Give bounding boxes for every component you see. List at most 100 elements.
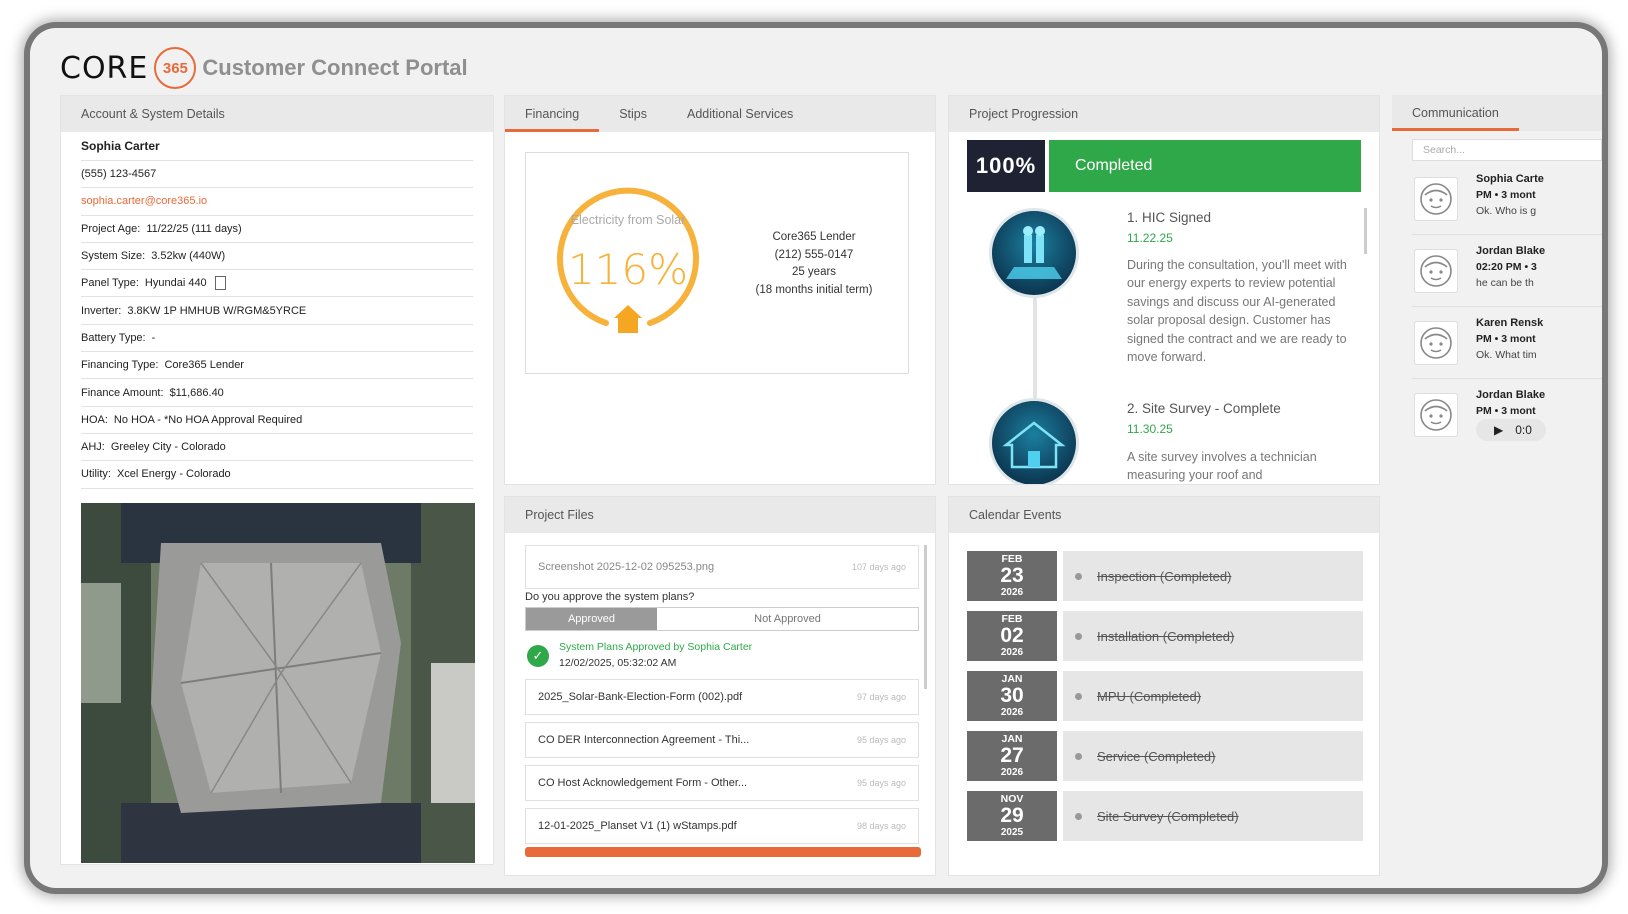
event-date: NOV 29 2025 — [967, 791, 1057, 841]
calendar-event[interactable]: FEB 02 2026 Installation (Completed) — [967, 611, 1363, 661]
event-year: 2026 — [1000, 707, 1024, 718]
approval-date: 12/02/2025, 05:32:02 AM — [559, 657, 677, 669]
message-sender: Jordan Blake — [1476, 389, 1546, 401]
file-age: 95 days ago — [856, 778, 906, 788]
event-label: Installation (Completed) — [1063, 611, 1363, 661]
checkmark-icon: ✓ — [527, 645, 549, 667]
event-day: 23 — [1000, 564, 1024, 587]
event-title: Inspection (Completed) — [1097, 568, 1232, 584]
upload-button[interactable] — [525, 847, 921, 857]
field-value: No HOA - *No HOA Approval Required — [113, 413, 303, 426]
message-item[interactable]: Jordan Blake 02:20 PM • 3 he can be th — [1412, 245, 1602, 307]
calendar-event[interactable]: NOV 29 2025 Site Survey (Completed) — [967, 791, 1363, 841]
tab-communication[interactable]: Communication — [1392, 95, 1519, 131]
progress-percent: 100% — [967, 140, 1045, 192]
file-item[interactable]: 2025_Solar-Bank-Election-Form (002).pdf … — [525, 679, 919, 715]
field-value: $11,686.40 — [169, 386, 224, 399]
calendar-event[interactable]: FEB 23 2026 Inspection (Completed) — [967, 551, 1363, 601]
bullet-icon — [1075, 632, 1082, 640]
file-item[interactable]: Screenshot 2025-12-02 095253.png 107 day… — [525, 545, 919, 589]
step-2-date: 11.30.25 — [1127, 422, 1173, 436]
event-date: FEB 02 2026 — [967, 611, 1057, 661]
field-key: HOA: — [81, 413, 108, 426]
not-approved-button[interactable]: Not Approved — [657, 608, 918, 630]
audio-time: 0:0 — [1515, 423, 1532, 437]
field-panel-type: Panel Type: Hyundai 440 — [81, 270, 473, 298]
calendar-event[interactable]: JAN 27 2026 Service (Completed) — [967, 731, 1363, 781]
field-finance-amount: Finance Amount: $11,686.40 — [81, 379, 473, 407]
customer-email[interactable]: sophia.carter@core365.io — [81, 188, 473, 216]
search-input[interactable]: Search... — [1412, 139, 1602, 161]
field-ahj: AHJ: Greeley City - Colorado — [81, 434, 473, 462]
event-date: JAN 30 2026 — [967, 671, 1057, 721]
file-item[interactable]: CO DER Interconnection Agreement - Thi..… — [525, 722, 919, 758]
file-age: 97 days ago — [856, 692, 906, 702]
customer-name: Sophia Carter — [81, 132, 473, 161]
files-scrollbar[interactable] — [924, 545, 927, 689]
field-value: Core365 Lender — [164, 359, 244, 372]
event-date: JAN 27 2026 — [967, 731, 1057, 781]
avatar-icon — [1414, 249, 1458, 293]
account-panel: Account & System Details Sophia Carter (… — [60, 95, 494, 865]
field-financing-type: Financing Type: Core365 Lender — [81, 352, 473, 380]
file-name: CO DER Interconnection Agreement - Thi..… — [538, 734, 750, 746]
field-system-size: System Size: 3.52kw (440W) — [81, 243, 473, 271]
event-label: Inspection (Completed) — [1063, 551, 1363, 601]
event-year: 2026 — [1000, 587, 1024, 598]
message-sender: Sophia Carte — [1476, 173, 1544, 185]
progression-panel-title: Project Progression — [949, 96, 1379, 132]
field-battery-type: Battery Type: - — [81, 325, 473, 353]
file-name: 12-01-2025_Planset V1 (1) wStamps.pdf — [538, 820, 737, 832]
timeline-line — [1033, 292, 1037, 402]
communication-panel: Communication Search... Sophia Carte PM … — [1392, 95, 1602, 875]
field-value: 3.8KW 1P HMHUB W/RGM&5YRCE — [127, 304, 307, 317]
play-icon[interactable]: ▶ — [1494, 423, 1503, 437]
message-item[interactable]: Sophia Carte PM • 3 mont Ok. Who is g — [1412, 173, 1602, 235]
lender-info: Core365 Lender (212) 555-0147 25 years (… — [744, 229, 884, 299]
customer-phone[interactable]: (555) 123-4567 — [81, 161, 473, 189]
field-key: System Size: — [81, 250, 146, 263]
tab-financing[interactable]: Financing — [505, 96, 600, 132]
approval-note: System Plans Approved by Sophia Carter — [559, 641, 753, 653]
progress-status-bar: Completed — [1049, 140, 1361, 192]
account-panel-title: Account & System Details — [61, 96, 493, 132]
project-files-title: Project Files — [505, 497, 935, 533]
message-time: PM • 3 mont — [1476, 333, 1536, 345]
message-sender: Jordan Blake — [1476, 245, 1546, 257]
bullet-icon — [1075, 692, 1082, 700]
file-item[interactable]: CO Host Acknowledgement Form - Other... … — [525, 765, 919, 801]
audio-player[interactable]: ▶ 0:0 — [1476, 419, 1546, 441]
progression-scrollbar[interactable] — [1364, 208, 1367, 254]
field-key: AHJ: — [81, 441, 105, 454]
field-key: Battery Type: — [81, 331, 146, 344]
step-2-title: 2. Site Survey - Complete — [1127, 401, 1281, 416]
step-2-description: A site survey involves a technician meas… — [1127, 450, 1317, 483]
calendar-event[interactable]: JAN 30 2026 MPU (Completed) — [967, 671, 1363, 721]
bullet-icon — [1075, 572, 1082, 580]
field-key: Utility: — [81, 468, 111, 481]
app-title: Customer Connect Portal — [202, 55, 468, 80]
bullet-icon — [1075, 752, 1082, 760]
tab-stips[interactable]: Stips — [599, 96, 667, 132]
message-item[interactable]: Jordan Blake PM • 3 mont ▶ 0:0 — [1412, 389, 1602, 451]
field-value: 11/22/25 (111 days) — [146, 222, 242, 235]
approval-toggle: Approved Not Approved — [525, 607, 919, 631]
approval-question: Do you approve the system plans? — [525, 591, 695, 603]
file-name: CO Host Acknowledgement Form - Other... — [538, 777, 748, 789]
tab-additional-services[interactable]: Additional Services — [667, 96, 813, 132]
loan-term: 25 years — [791, 266, 837, 278]
loan-initial-term: (18 months initial term) — [755, 283, 873, 296]
message-item[interactable]: Karen Rensk PM • 3 mont Ok. What tim — [1412, 317, 1602, 379]
field-utility: Utility: Xcel Energy - Colorado — [81, 461, 473, 489]
logo-badge-icon: 365 — [154, 47, 197, 89]
event-label: Site Survey (Completed) — [1063, 791, 1363, 841]
approved-button[interactable]: Approved — [526, 608, 657, 630]
file-item[interactable]: 12-01-2025_Planset V1 (1) wStamps.pdf 98… — [525, 808, 919, 844]
field-value: Xcel Energy - Colorado — [116, 468, 231, 481]
file-name: Screenshot 2025-12-02 095253.png — [538, 561, 715, 573]
message-time: 02:20 PM • 3 — [1476, 261, 1537, 273]
event-date: FEB 23 2026 — [967, 551, 1057, 601]
document-icon[interactable] — [214, 276, 226, 291]
field-key: Panel Type: — [81, 277, 139, 290]
event-title: Site Survey (Completed) — [1097, 808, 1239, 824]
